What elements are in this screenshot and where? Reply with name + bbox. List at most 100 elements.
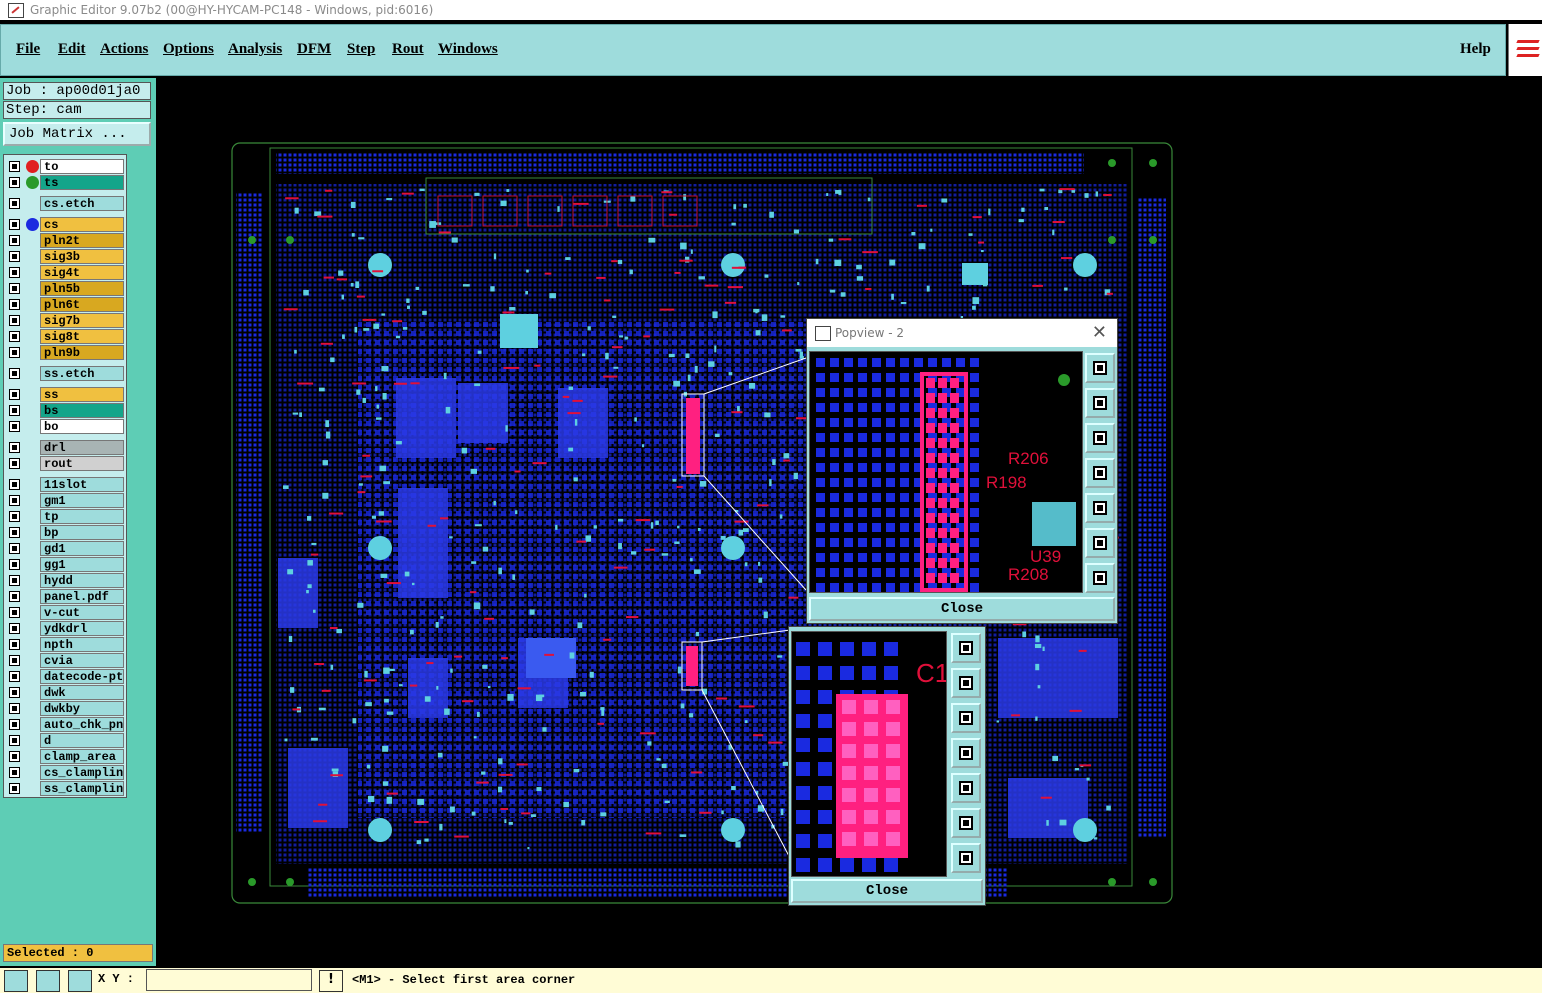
layer-label[interactable]: pln9b (40, 345, 124, 360)
layer-checkbox[interactable] (9, 421, 20, 432)
layer-row-pln9b[interactable]: pln9b (6, 345, 124, 360)
layer-row-cvia[interactable]: cvia (6, 653, 124, 668)
layer-checkbox[interactable] (9, 299, 20, 310)
layer-label[interactable]: pln2t (40, 233, 124, 248)
layer-checkbox[interactable] (9, 315, 20, 326)
layer-checkbox[interactable] (9, 703, 20, 714)
layer-label[interactable]: ydkdrl (40, 621, 124, 636)
menu-file[interactable]: File (16, 41, 40, 58)
layer-label[interactable]: sig7b (40, 313, 124, 328)
layer-row-cs-etch[interactable]: cs.etch (6, 196, 124, 211)
layer-row-auto-chk-pnl[interactable]: auto_chk_pnl (6, 717, 124, 732)
layer-checkbox[interactable] (9, 479, 20, 490)
layer-label[interactable]: to (40, 159, 124, 174)
layer-label[interactable]: drl (40, 440, 124, 455)
layer-label[interactable]: pln5b (40, 281, 124, 296)
menu-step[interactable]: Step (347, 41, 375, 58)
layer-row-gg1[interactable]: gg1 (6, 557, 124, 572)
layer-checkbox[interactable] (9, 331, 20, 342)
layer-row-pln2t[interactable]: pln2t (6, 233, 124, 248)
popview-zoom-view[interactable]: C1 (791, 631, 947, 877)
layer-checkbox[interactable] (9, 368, 20, 379)
pan-right-icon[interactable] (1085, 493, 1115, 523)
pan-left-icon[interactable] (1085, 458, 1115, 488)
layer-row-ss[interactable]: ss (6, 387, 124, 402)
layer-label[interactable]: npth (40, 637, 124, 652)
layer-row-gm1[interactable]: gm1 (6, 493, 124, 508)
layer-label[interactable]: hydd (40, 573, 124, 588)
pan-left-icon[interactable] (951, 738, 981, 768)
layer-label[interactable]: bo (40, 419, 124, 434)
menu-rout[interactable]: Rout (392, 41, 424, 58)
layer-row-ts[interactable]: ts (6, 175, 124, 190)
layer-checkbox[interactable] (9, 735, 20, 746)
pan-down-icon[interactable] (1085, 423, 1115, 453)
menu-edit[interactable]: Edit (58, 41, 86, 58)
layer-row-pln6t[interactable]: pln6t (6, 297, 124, 312)
layer-row-sig8t[interactable]: sig8t (6, 329, 124, 344)
zoom-out-icon[interactable] (951, 843, 981, 873)
layer-row-d[interactable]: d (6, 733, 124, 748)
popview-close-button[interactable]: Close (809, 597, 1115, 621)
job-matrix-button[interactable]: Job Matrix ... (3, 122, 151, 146)
layer-label[interactable]: ts (40, 175, 124, 190)
layer-label[interactable]: v-cut (40, 605, 124, 620)
layer-label[interactable]: bs (40, 403, 124, 418)
pan-up-icon[interactable] (951, 668, 981, 698)
layer-row-hydd[interactable]: hydd (6, 573, 124, 588)
layer-row-cs[interactable]: cs (6, 217, 124, 232)
layer-label[interactable]: gd1 (40, 541, 124, 556)
layer-row-dwk[interactable]: dwk (6, 685, 124, 700)
layer-label[interactable]: gg1 (40, 557, 124, 572)
menu-actions[interactable]: Actions (100, 41, 148, 58)
layer-label[interactable]: cs (40, 217, 124, 232)
layer-label[interactable]: dwkby (40, 701, 124, 716)
layer-checkbox[interactable] (9, 405, 20, 416)
layer-label[interactable]: datecode-pte (40, 669, 124, 684)
layer-row-bo[interactable]: bo (6, 419, 124, 434)
layer-label[interactable]: panel.pdf (40, 589, 124, 604)
layer-row-panel-pdf[interactable]: panel.pdf (6, 589, 124, 604)
layer-checkbox[interactable] (9, 511, 20, 522)
layer-label[interactable]: rout (40, 456, 124, 471)
layer-label[interactable]: auto_chk_pnl (40, 717, 124, 732)
layer-row-bp[interactable]: bp (6, 525, 124, 540)
snap-icon[interactable] (36, 970, 60, 992)
layer-checkbox[interactable] (9, 639, 20, 650)
menu-help[interactable]: Help (1460, 41, 1491, 58)
layer-row-bs[interactable]: bs (6, 403, 124, 418)
layer-row-11slot[interactable]: 11slot (6, 477, 124, 492)
layer-checkbox[interactable] (9, 442, 20, 453)
layer-checkbox[interactable] (9, 591, 20, 602)
layer-label[interactable]: cvia (40, 653, 124, 668)
layer-label[interactable]: cs.etch (40, 196, 124, 211)
layer-checkbox[interactable] (9, 783, 20, 794)
layer-checkbox[interactable] (9, 267, 20, 278)
pan-down-icon[interactable] (951, 703, 981, 733)
layer-row-npth[interactable]: npth (6, 637, 124, 652)
layer-row-ss-clampline[interactable]: ss_clampline (6, 781, 124, 796)
layer-row-v-cut[interactable]: v-cut (6, 605, 124, 620)
layer-checkbox[interactable] (9, 198, 20, 209)
layer-label[interactable]: sig8t (40, 329, 124, 344)
layer-row-tp[interactable]: tp (6, 509, 124, 524)
menu-options[interactable]: Options (163, 41, 214, 58)
layer-row-ydkdrl[interactable]: ydkdrl (6, 621, 124, 636)
layer-checkbox[interactable] (9, 607, 20, 618)
layer-checkbox[interactable] (9, 177, 20, 188)
layer-checkbox[interactable] (9, 347, 20, 358)
measure-icon[interactable] (4, 970, 28, 992)
popview-close-button[interactable]: Close (791, 879, 983, 903)
layer-label[interactable]: 11slot (40, 477, 124, 492)
layer-checkbox[interactable] (9, 283, 20, 294)
alert-icon[interactable]: ! (319, 970, 343, 992)
zoom-in-icon[interactable] (951, 808, 981, 838)
layer-label[interactable]: d (40, 733, 124, 748)
layer-row-datecode-pte[interactable]: datecode-pte (6, 669, 124, 684)
layer-checkbox[interactable] (9, 389, 20, 400)
menu-dfm[interactable]: DFM (297, 41, 331, 58)
layer-row-rout[interactable]: rout (6, 456, 124, 471)
menu-analysis[interactable]: Analysis (228, 41, 282, 58)
layer-row-drl[interactable]: drl (6, 440, 124, 455)
layer-checkbox[interactable] (9, 219, 20, 230)
